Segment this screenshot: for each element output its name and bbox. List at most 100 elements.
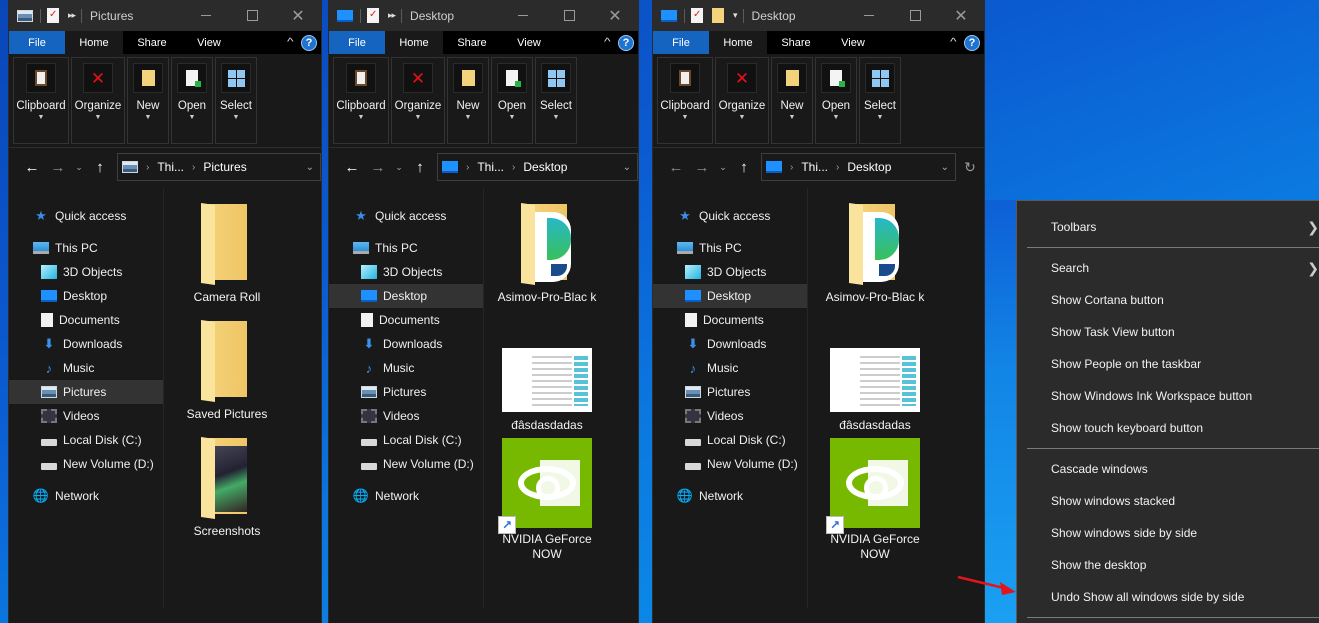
tab-share[interactable]: Share (443, 31, 501, 54)
title-bar[interactable]: ▸▸ Desktop ✕ (329, 0, 638, 31)
new-folder-quick-access-icon[interactable] (712, 8, 724, 23)
nav-item-new-volume-d-[interactable]: New Volume (D:) (653, 452, 807, 476)
properties-quick-access-icon[interactable] (367, 8, 379, 23)
nav-item-new-volume-d-[interactable]: New Volume (D:) (329, 452, 483, 476)
breadcrumb-current[interactable]: Pictures (203, 160, 246, 174)
minimize-ribbon-icon[interactable]: ^ (950, 37, 957, 48)
tab-file[interactable]: File (329, 31, 385, 54)
back-button[interactable]: ← (663, 159, 689, 176)
recent-locations-button[interactable]: ⌄ (715, 162, 731, 173)
menu-item-show-people-on-the-taskbar[interactable]: Show People on the taskbar (1017, 348, 1319, 380)
forward-button[interactable]: → (365, 159, 391, 176)
nav-item-music[interactable]: ♪ Music (329, 356, 483, 380)
recent-locations-button[interactable]: ⌄ (71, 162, 87, 173)
nav-item-network[interactable]: 🌐 Network (653, 484, 807, 508)
nav-item-new-volume-d-[interactable]: New Volume (D:) (9, 452, 163, 476)
recent-locations-button[interactable]: ⌄ (391, 162, 407, 173)
nav-item-this-pc[interactable]: This PC (653, 236, 807, 260)
breadcrumb-current[interactable]: Desktop (523, 160, 567, 174)
nav-item-this-pc[interactable]: This PC (9, 236, 163, 260)
nav-item-quick-access[interactable]: ★ Quick access (653, 204, 807, 228)
file-item[interactable]: Camera Roll (172, 204, 282, 305)
properties-quick-access-icon[interactable] (691, 8, 703, 23)
nav-item-desktop[interactable]: Desktop (9, 284, 163, 308)
ribbon-group-select[interactable]: Select ▼ (535, 57, 577, 144)
up-button[interactable]: ↑ (87, 159, 113, 176)
title-bar[interactable]: ▸▸ Pictures ✕ (9, 0, 321, 31)
ribbon-group-organize[interactable]: ✕ Organize ▼ (71, 57, 125, 144)
nav-item-local-disk-c-[interactable]: Local Disk (C:) (9, 428, 163, 452)
nav-item-quick-access[interactable]: ★ Quick access (329, 204, 483, 228)
ribbon-group-organize[interactable]: ✕ Organize ▼ (391, 57, 445, 144)
tab-home[interactable]: Home (65, 31, 123, 54)
ribbon-group-new[interactable]: New ▼ (447, 57, 489, 144)
tab-share[interactable]: Share (767, 31, 825, 54)
menu-item-show-windows-stacked[interactable]: Show windows stacked (1017, 485, 1319, 517)
nav-item-videos[interactable]: Videos (653, 404, 807, 428)
maximize-button[interactable] (229, 0, 275, 31)
back-button[interactable]: ← (19, 159, 45, 176)
breadcrumb-this-pc[interactable]: Thi... (157, 160, 184, 174)
tab-view[interactable]: View (501, 31, 557, 54)
minimize-button[interactable] (500, 0, 546, 31)
file-item[interactable]: Screenshots (172, 438, 282, 539)
maximize-button[interactable] (892, 0, 938, 31)
nav-item-local-disk-c-[interactable]: Local Disk (C:) (653, 428, 807, 452)
minimize-ribbon-icon[interactable]: ^ (604, 37, 611, 48)
help-icon[interactable]: ? (618, 34, 634, 51)
ribbon-group-open[interactable]: Open ▼ (815, 57, 857, 144)
maximize-button[interactable] (546, 0, 592, 31)
file-item[interactable]: Asimov-Pro-Blac k (820, 204, 930, 305)
ribbon-group-open[interactable]: Open ▼ (491, 57, 533, 144)
nav-item-3d-objects[interactable]: 3D Objects (9, 260, 163, 284)
nav-item-music[interactable]: ♪ Music (653, 356, 807, 380)
nav-item-downloads[interactable]: ⬇ Downloads (653, 332, 807, 356)
nav-item-downloads[interactable]: ⬇ Downloads (9, 332, 163, 356)
minimize-button[interactable] (183, 0, 229, 31)
nav-item-documents[interactable]: Documents (653, 308, 807, 332)
tab-home[interactable]: Home (385, 31, 443, 54)
tab-share[interactable]: Share (123, 31, 181, 54)
menu-item-show-touch-keyboard-button[interactable]: Show touch keyboard button (1017, 412, 1319, 444)
up-button[interactable]: ↑ (731, 159, 757, 176)
nav-item-desktop[interactable]: Desktop (653, 284, 807, 308)
menu-item-show-windows-ink-workspace-button[interactable]: Show Windows Ink Workspace button (1017, 380, 1319, 412)
forward-button[interactable]: → (689, 159, 715, 176)
nav-item-documents[interactable]: Documents (329, 308, 483, 332)
menu-item-cascade-windows[interactable]: Cascade windows (1017, 453, 1319, 485)
nav-item-pictures[interactable]: Pictures (653, 380, 807, 404)
ribbon-group-new[interactable]: New ▼ (771, 57, 813, 144)
breadcrumb-this-pc[interactable]: Thi... (477, 160, 504, 174)
tab-file[interactable]: File (9, 31, 65, 54)
refresh-button[interactable]: ↻ (956, 159, 984, 176)
address-bar[interactable]: › Thi... › Pictures ⌄ (117, 153, 321, 181)
forward-button[interactable]: → (45, 159, 71, 176)
menu-item-show-windows-side-by-side[interactable]: Show windows side by side (1017, 517, 1319, 549)
address-bar[interactable]: › Thi... › Desktop ⌄ (761, 153, 956, 181)
ribbon-group-select[interactable]: Select ▼ (215, 57, 257, 144)
nav-item-pictures[interactable]: Pictures (9, 380, 163, 404)
tab-view[interactable]: View (181, 31, 237, 54)
minimize-button[interactable] (846, 0, 892, 31)
address-dropdown-icon[interactable]: ⌄ (623, 162, 631, 173)
up-button[interactable]: ↑ (407, 159, 433, 176)
nav-item-downloads[interactable]: ⬇ Downloads (329, 332, 483, 356)
nav-item-3d-objects[interactable]: 3D Objects (329, 260, 483, 284)
menu-item-toolbars[interactable]: Toolbars ❯ (1017, 211, 1319, 243)
nav-item-videos[interactable]: Videos (329, 404, 483, 428)
tab-file[interactable]: File (653, 31, 709, 54)
nav-item-network[interactable]: 🌐 Network (329, 484, 483, 508)
properties-quick-access-icon[interactable] (47, 8, 59, 23)
nav-item-3d-objects[interactable]: 3D Objects (653, 260, 807, 284)
breadcrumb-this-pc[interactable]: Thi... (801, 160, 828, 174)
close-button[interactable]: ✕ (592, 0, 638, 31)
address-bar[interactable]: › Thi... › Desktop ⌄ (437, 153, 638, 181)
ribbon-group-new[interactable]: New ▼ (127, 57, 169, 144)
title-bar[interactable]: ▾ Desktop ✕ (653, 0, 984, 31)
ribbon-group-clipboard[interactable]: Clipboard ▼ (13, 57, 69, 144)
nav-item-desktop[interactable]: Desktop (329, 284, 483, 308)
breadcrumb-current[interactable]: Desktop (847, 160, 891, 174)
ribbon-group-select[interactable]: Select ▼ (859, 57, 901, 144)
ribbon-group-open[interactable]: Open ▼ (171, 57, 213, 144)
tab-view[interactable]: View (825, 31, 881, 54)
